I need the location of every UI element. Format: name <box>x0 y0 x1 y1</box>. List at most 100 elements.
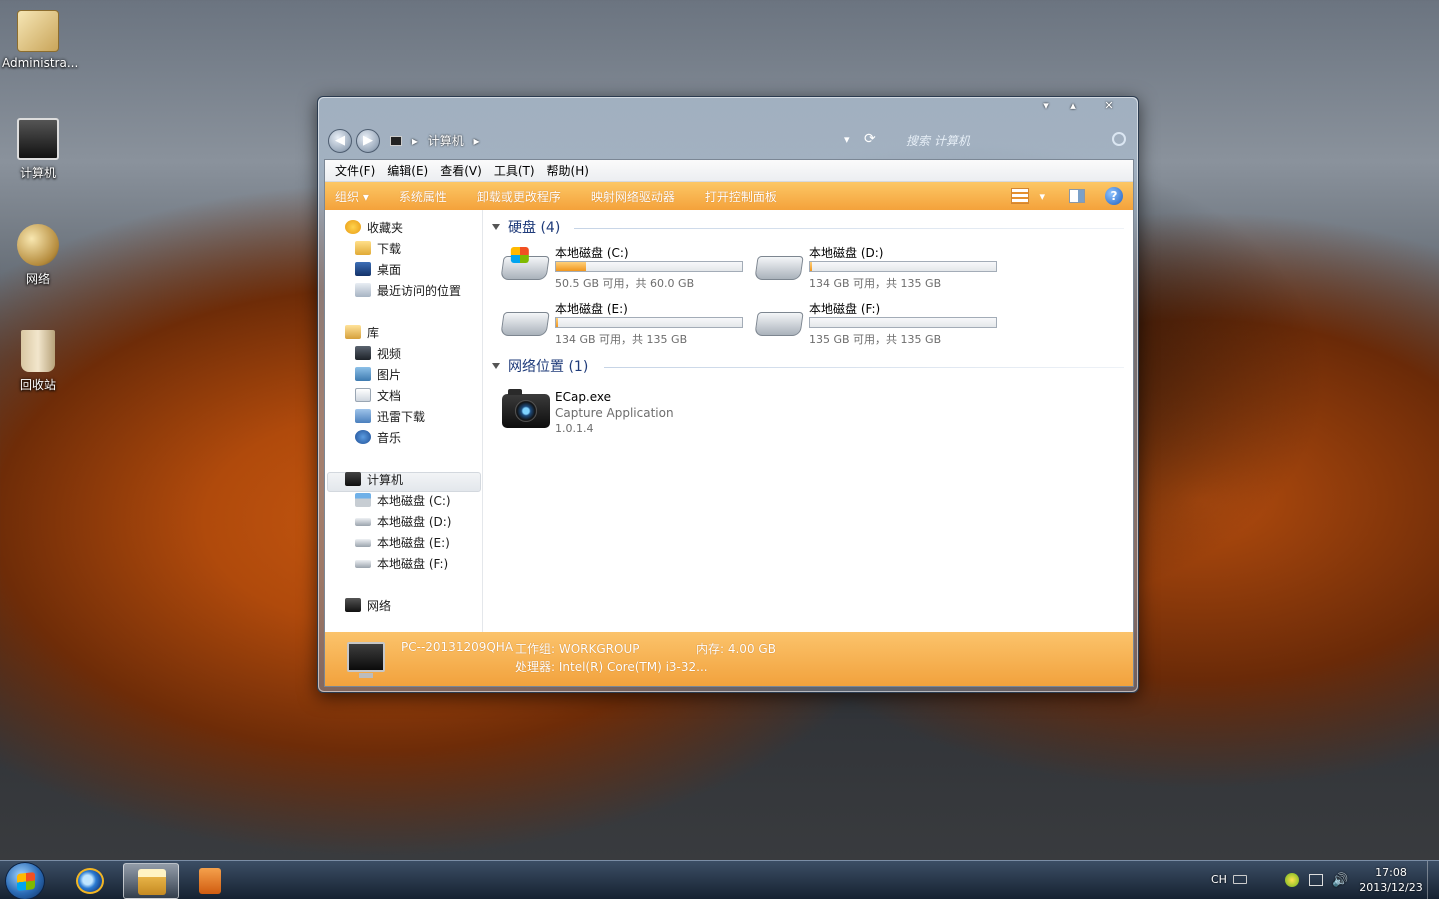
drive-usage-fill <box>556 318 558 327</box>
system-tray: CH 🔊 17:08 2013/12/23 <box>1199 861 1439 899</box>
network-item-name: ECap.exe <box>555 390 612 404</box>
nav-videos[interactable]: 视频 <box>355 344 401 364</box>
drive-tile-f[interactable]: 本地磁盘 (F:) 135 GB 可用，共 135 GB <box>754 300 1006 348</box>
desktop-icon-recycle-bin[interactable]: 回收站 <box>2 330 74 393</box>
breadcrumb-separator[interactable]: ▸ <box>474 130 480 152</box>
nav-thunder-downloads[interactable]: 迅雷下载 <box>355 407 425 427</box>
clock[interactable]: 17:08 2013/12/23 <box>1359 865 1423 895</box>
menu-view[interactable]: 查看(V) <box>434 160 488 181</box>
drive-tile-c[interactable]: 本地磁盘 (C:) 50.5 GB 可用，共 60.0 GB <box>500 244 752 292</box>
show-desktop-button[interactable] <box>1427 861 1439 899</box>
drive-icon <box>754 312 804 336</box>
breadcrumb-computer[interactable]: 计算机 <box>428 130 464 152</box>
help-icon[interactable]: ? <box>1105 187 1123 205</box>
details-pane: PC--20131209QHA 工作组: WORKGROUP 内存: 4.00 … <box>325 632 1133 686</box>
close-button[interactable]: ✕ <box>1096 98 1122 114</box>
open-control-panel-button[interactable]: 打开控制面板 <box>705 188 777 205</box>
organize-button[interactable]: 组织 ▾ <box>335 188 369 205</box>
network-icon <box>345 598 361 612</box>
back-button[interactable]: ◀ <box>328 129 352 153</box>
drive-tile-d[interactable]: 本地磁盘 (D:) 134 GB 可用，共 135 GB <box>754 244 1006 292</box>
group-divider <box>604 367 1124 368</box>
group-header-hard-disks[interactable]: 硬盘 (4) <box>492 218 560 238</box>
taskbar-windows-explorer[interactable] <box>123 863 179 899</box>
recent-places-icon <box>355 283 371 297</box>
clock-date: 2013/12/23 <box>1359 881 1423 894</box>
drive-usage-bar <box>809 261 997 272</box>
drive-name: 本地磁盘 (F:) <box>809 302 881 316</box>
search-icon[interactable] <box>1112 132 1126 146</box>
desktop-icon-network[interactable]: 网络 <box>2 224 74 287</box>
search-input[interactable]: 搜索 计算机 <box>896 130 1130 152</box>
user-folder-icon <box>17 10 59 52</box>
network-location-ecap[interactable]: ECap.exe Capture Application 1.0.1.4 <box>502 389 762 440</box>
address-row: ◀ ▶ ▸ 计算机 ▸ ▾ ⟳ 搜索 计算机 <box>326 129 1132 153</box>
refresh-button[interactable]: ⟳ <box>864 131 876 147</box>
menu-file[interactable]: 文件(F) <box>329 160 381 181</box>
input-language[interactable]: CH <box>1211 873 1227 886</box>
volume-icon[interactable]: 🔊 <box>1332 873 1348 888</box>
menu-help[interactable]: 帮助(H) <box>541 160 595 181</box>
address-bar[interactable]: ▸ 计算机 ▸ <box>390 130 860 152</box>
start-button[interactable] <box>5 862 45 899</box>
command-bar: 组织 ▾ 系统属性 卸载或更改程序 映射网络驱动器 打开控制面板 ▾ ? <box>325 182 1133 210</box>
drive-usage-fill <box>810 262 812 271</box>
nav-computer[interactable]: 计算机 <box>345 470 403 490</box>
internet-explorer-icon <box>76 868 104 894</box>
forward-button[interactable]: ▶ <box>356 129 380 153</box>
nav-music[interactable]: 音乐 <box>355 428 401 448</box>
security-shield-icon[interactable] <box>1285 873 1299 887</box>
desktop-icon-administrator[interactable]: Administra... <box>2 10 78 70</box>
workgroup: 工作组: WORKGROUP <box>515 642 640 656</box>
minimize-button[interactable]: ▾ <box>1033 98 1059 114</box>
drive-name: 本地磁盘 (D:) <box>809 246 884 260</box>
preview-pane-icon[interactable] <box>1069 189 1085 203</box>
drive-icon <box>355 560 371 568</box>
explorer-window: ▾ ▴ ✕ ◀ ▶ ▸ 计算机 ▸ ▾ ⟳ 搜索 计算机 文件(F) 编辑(E)… <box>317 96 1139 693</box>
nav-network[interactable]: 网络 <box>345 596 391 616</box>
nav-drive-f[interactable]: 本地磁盘 (F:) <box>355 554 448 574</box>
computer-icon <box>345 472 361 486</box>
navigation-pane: 收藏夹 下载 桌面 最近访问的位置 库 视频 图片 文档 迅雷下载 音乐 计算机… <box>325 210 483 632</box>
view-dropdown-arrow[interactable]: ▾ <box>1039 190 1045 203</box>
change-view-icon[interactable] <box>1011 188 1030 204</box>
drive-usage-bar <box>555 261 743 272</box>
nav-downloads[interactable]: 下载 <box>355 239 401 259</box>
nav-drive-c[interactable]: 本地磁盘 (C:) <box>355 491 451 511</box>
collapse-triangle-icon[interactable] <box>492 224 500 230</box>
collapse-triangle-icon[interactable] <box>492 363 500 369</box>
breadcrumb-separator[interactable]: ▸ <box>412 130 418 152</box>
menu-tools[interactable]: 工具(T) <box>488 160 541 181</box>
recycle-bin-icon <box>21 330 55 372</box>
computer-icon <box>347 642 385 678</box>
taskbar-media-player[interactable] <box>182 863 238 899</box>
menu-edit[interactable]: 编辑(E) <box>381 160 434 181</box>
libraries-icon <box>345 325 361 339</box>
nav-favorites[interactable]: 收藏夹 <box>345 218 403 238</box>
desktop-icon-computer[interactable]: 计算机 <box>2 118 74 181</box>
nav-desktop[interactable]: 桌面 <box>355 260 401 280</box>
content-pane: 硬盘 (4) 本地磁盘 (C:) 50.5 GB 可用，共 60.0 GB 本地… <box>484 210 1133 632</box>
nav-documents[interactable]: 文档 <box>355 386 401 406</box>
maximize-button[interactable]: ▴ <box>1060 98 1086 114</box>
keyboard-icon[interactable] <box>1233 875 1247 884</box>
videos-icon <box>355 346 371 360</box>
documents-icon <box>355 388 371 402</box>
taskbar-internet-explorer[interactable] <box>62 863 118 899</box>
drive-space-info: 135 GB 可用，共 135 GB <box>809 333 942 346</box>
desktop-icon <box>355 262 371 276</box>
explorer-content: 文件(F) 编辑(E) 查看(V) 工具(T) 帮助(H) 组织 ▾ 系统属性 … <box>324 159 1134 687</box>
group-header-network-locations[interactable]: 网络位置 (1) <box>492 357 588 377</box>
network-tray-icon[interactable] <box>1309 874 1323 886</box>
map-network-drive-button[interactable]: 映射网络驱动器 <box>591 188 675 205</box>
address-history-dropdown[interactable]: ▾ <box>844 133 850 146</box>
nav-drive-e[interactable]: 本地磁盘 (E:) <box>355 533 450 553</box>
nav-drive-d[interactable]: 本地磁盘 (D:) <box>355 512 451 532</box>
nav-pictures[interactable]: 图片 <box>355 365 401 385</box>
nav-recent-places[interactable]: 最近访问的位置 <box>355 281 461 301</box>
nav-libraries[interactable]: 库 <box>345 323 379 343</box>
system-properties-button[interactable]: 系统属性 <box>399 188 447 205</box>
drive-space-info: 134 GB 可用，共 135 GB <box>809 277 942 290</box>
uninstall-program-button[interactable]: 卸载或更改程序 <box>477 188 561 205</box>
drive-tile-e[interactable]: 本地磁盘 (E:) 134 GB 可用，共 135 GB <box>500 300 752 348</box>
